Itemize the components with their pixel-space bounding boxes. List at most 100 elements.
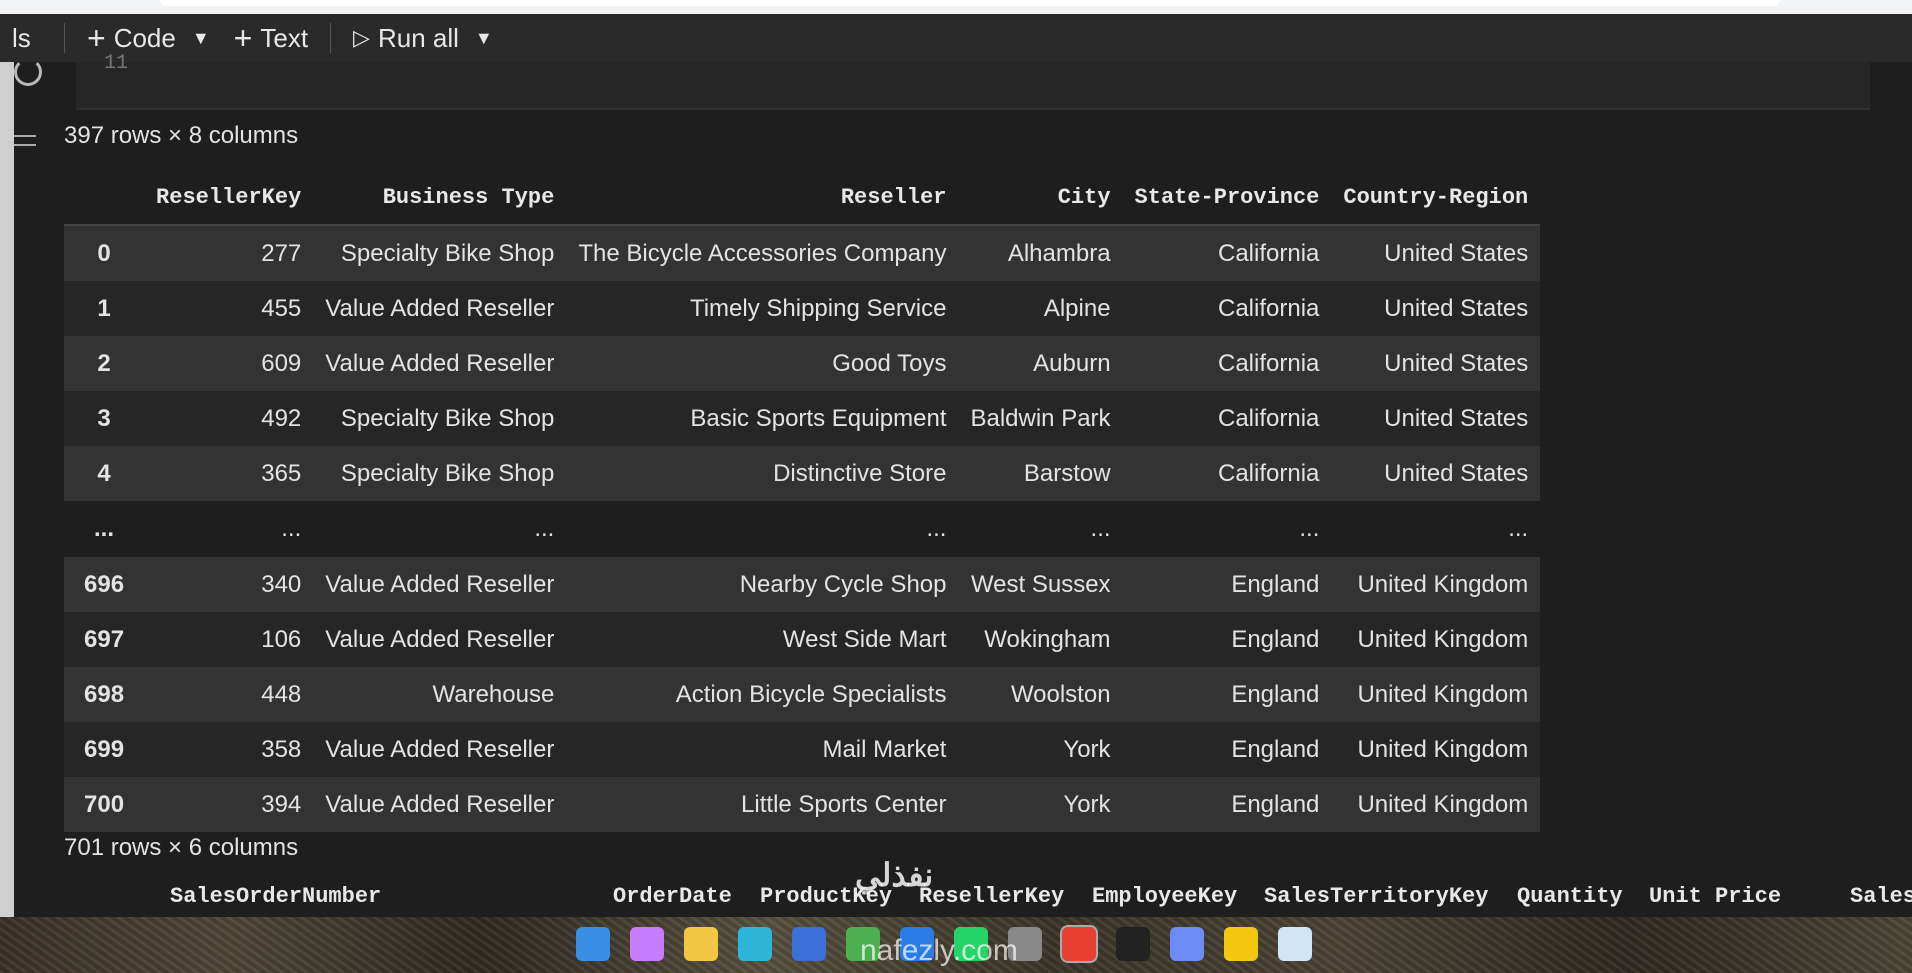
table-cell: United Kingdom (1331, 557, 1541, 612)
microsoft-store-icon[interactable] (792, 927, 826, 961)
run-all-button[interactable]: ▷ Run all (343, 23, 469, 54)
power-bi-icon[interactable] (1224, 927, 1258, 961)
table-cell: United States (1331, 336, 1541, 391)
table-row: 697 106 Value Added Reseller West Side M… (64, 612, 1541, 667)
code-cell-tail[interactable]: 11 (76, 52, 1870, 110)
table-cell: York (958, 722, 1123, 777)
table-row: 0 277 Specialty Bike Shop The Bicycle Ac… (64, 225, 1541, 281)
row-index: 1 (64, 281, 145, 336)
copilot-icon[interactable] (630, 927, 664, 961)
chrome-icon[interactable] (1060, 925, 1098, 963)
table-cell: Specialty Bike Shop (313, 391, 567, 446)
table-cell: Nearby Cycle Shop (566, 557, 959, 612)
row-index: 699 (64, 722, 145, 777)
add-text-button[interactable]: + Text (224, 22, 318, 54)
table-row: 699 358 Value Added Reseller Mail Market… (64, 722, 1541, 777)
column-header: Reseller (566, 170, 959, 226)
table-cell: England (1122, 667, 1332, 722)
window-left-edge (0, 62, 14, 917)
row-index: 4 (64, 446, 145, 501)
table-cell: England (1122, 722, 1332, 777)
table-cell: Basic Sports Equipment (566, 391, 959, 446)
row-index: 2 (64, 336, 145, 391)
table-cell: United Kingdom (1331, 722, 1541, 777)
table-cell: Wokingham (958, 612, 1123, 667)
file-explorer-icon[interactable] (684, 927, 718, 961)
column-header: EmployeeKey (1092, 884, 1238, 909)
table-cell: Alhambra (958, 225, 1123, 281)
dataframe-shape-bottom: 701 rows × 6 columns (64, 834, 299, 861)
table-cell: United States (1331, 391, 1541, 446)
plus-icon: + (87, 20, 106, 56)
table-cell: ... (1122, 501, 1332, 557)
table-cell: United States (1331, 225, 1541, 281)
table-row-ellipsis: ... ... ... ... ... ... ... (64, 501, 1541, 557)
column-header: SalesTerritoryKey (1264, 884, 1489, 909)
toolbar-divider (64, 23, 65, 53)
dataframe-shape-top: 397 rows × 8 columns (64, 122, 299, 149)
table-cell: ... (958, 501, 1123, 557)
table-cell: ... (566, 501, 959, 557)
run-cell-icon[interactable] (14, 58, 42, 86)
run-options-chevron-down-icon[interactable]: ▼ (469, 28, 507, 49)
code-options-chevron-down-icon[interactable]: ▼ (186, 28, 224, 49)
table-cell: 448 (144, 667, 314, 722)
column-header: Sales (1850, 884, 1912, 909)
table-cell: Value Added Reseller (313, 557, 567, 612)
table-cell: Timely Shipping Service (566, 281, 959, 336)
table-cell: York (958, 777, 1123, 832)
row-index: ... (64, 501, 145, 557)
table-cell: United Kingdom (1331, 612, 1541, 667)
table-cell: England (1122, 777, 1332, 832)
edge-icon[interactable] (738, 927, 772, 961)
add-text-label: Text (260, 22, 309, 53)
gemini-icon[interactable] (1170, 927, 1204, 961)
table-cell: West Sussex (958, 557, 1123, 612)
table-cell: ... (313, 501, 567, 557)
table-cell: 358 (144, 722, 314, 777)
column-header: Business Type (313, 170, 567, 226)
play-icon: ▷ (353, 25, 370, 50)
table-header-row: ResellerKey Business Type Reseller City … (64, 170, 1541, 226)
dataframe-table: ResellerKey Business Type Reseller City … (64, 170, 1541, 832)
table-cell: 106 (144, 612, 314, 667)
table-cell: England (1122, 612, 1332, 667)
chatgpt-icon[interactable] (1116, 927, 1150, 961)
table-cell: Value Added Reseller (313, 722, 567, 777)
table-cell: 277 (144, 225, 314, 281)
table-row: 1 455 Value Added Reseller Timely Shippi… (64, 281, 1541, 336)
browser-top-strip (0, 0, 1912, 14)
table-cell: Little Sports Center (566, 777, 959, 832)
row-index: 3 (64, 391, 145, 446)
table-cell: ... (1331, 501, 1541, 557)
column-header: City (958, 170, 1123, 226)
index-header (64, 170, 145, 226)
add-code-button[interactable]: + Code (77, 22, 186, 54)
table-cell: 455 (144, 281, 314, 336)
row-index: 697 (64, 612, 145, 667)
table-cell: Specialty Bike Shop (313, 446, 567, 501)
next-table-header-row: SalesOrderNumber OrderDate ProductKey Re… (64, 884, 1912, 918)
browser-tab-edge (160, 0, 1780, 6)
table-cell: The Bicycle Accessories Company (566, 225, 959, 281)
table-cell: Mail Market (566, 722, 959, 777)
table-row: 2 609 Value Added Reseller Good Toys Aub… (64, 336, 1541, 391)
table-cell: Value Added Reseller (313, 612, 567, 667)
table-cell: United Kingdom (1331, 667, 1541, 722)
table-cell: Barstow (958, 446, 1123, 501)
table-cell: Action Bicycle Specialists (566, 667, 959, 722)
table-cell: Value Added Reseller (313, 777, 567, 832)
windows-start-icon[interactable] (576, 927, 610, 961)
output-actions-icon[interactable] (14, 128, 44, 154)
table-cell: Baldwin Park (958, 391, 1123, 446)
watermark-arabic: نفذلي (855, 857, 934, 893)
table-cell: California (1122, 225, 1332, 281)
snowflake-icon[interactable] (1278, 927, 1312, 961)
column-header: State-Province (1122, 170, 1332, 226)
table-cell: Good Toys (566, 336, 959, 391)
column-header: Quantity (1517, 884, 1623, 909)
table-row: 696 340 Value Added Reseller Nearby Cycl… (64, 557, 1541, 612)
column-header: ResellerKey (919, 884, 1065, 909)
toolbar-partial-label[interactable]: ls (0, 23, 52, 54)
table-cell: 340 (144, 557, 314, 612)
